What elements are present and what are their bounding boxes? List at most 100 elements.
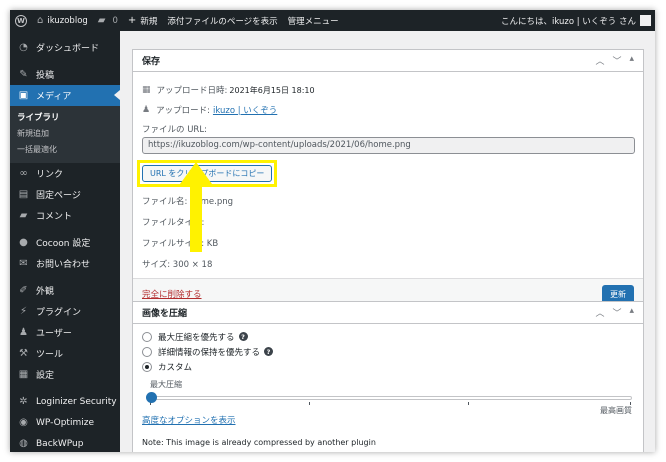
account-menu[interactable]: こんにちは、ikuzo | いくぞう さん (496, 10, 655, 31)
postbox-controls: ︿ ﹀ ▴ (595, 306, 634, 319)
save-postbox-title: 保存 (142, 57, 161, 67)
toggle-triangle-icon[interactable]: ▴ (629, 306, 634, 319)
sidebar-item-links[interactable]: ∞ リンク (10, 163, 120, 184)
wp-logo-menu[interactable]: W (10, 10, 32, 31)
site-name: ikuzoblog (47, 15, 88, 26)
sidebar-item-label: ツール (36, 350, 64, 360)
sidebar-item-label: お問い合わせ (36, 260, 91, 270)
radio-custom[interactable]: カスタム (142, 359, 634, 374)
help-icon[interactable]: ? (264, 347, 274, 356)
user-icon: ♟ (19, 327, 28, 338)
media-icon: ▣ (18, 90, 29, 101)
sidebar-item-dashboard[interactable]: ◔ ダッシュボード (10, 37, 120, 58)
compression-note: Note: This image is already compressed b… (142, 438, 376, 447)
sidebar-item-comments[interactable]: ▰ コメント (10, 205, 120, 226)
compress-postbox-title: 画像を圧縮 (142, 309, 188, 319)
user-icon: ♟ (142, 105, 151, 115)
radio-button[interactable] (142, 346, 152, 357)
sidebar-item-posts[interactable]: ✎ 投稿 (10, 64, 120, 85)
file-type: ファイルタイプ: (142, 217, 205, 228)
image-dimensions: サイズ: 300 × 18 (142, 259, 213, 270)
mail-icon: ✉ (19, 258, 28, 269)
slider-handle[interactable] (146, 392, 157, 403)
submenu-library[interactable]: ライブラリ (10, 110, 120, 126)
sidebar-item-pages[interactable]: ▤ 固定ページ (10, 184, 120, 205)
sidebar-item-label: メディア (36, 92, 72, 102)
sidebar-item-label: ユーザー (36, 329, 72, 339)
uploader-link[interactable]: ikuzo | いくぞう (213, 104, 277, 116)
plus-icon: + (127, 15, 137, 26)
plugin-icon: ⚡ (19, 306, 28, 317)
radio-button[interactable] (142, 331, 152, 342)
gear-icon: ✲ (19, 396, 28, 407)
greeting: こんにちは、ikuzo | いくぞう さん (500, 16, 636, 27)
radio-max-compression[interactable]: 最大圧縮を優先する ? (142, 329, 634, 344)
chevron-up-icon[interactable]: ︿ (595, 54, 604, 67)
new-content-menu[interactable]: + 新規 (123, 10, 162, 31)
help-icon[interactable]: ? (238, 332, 248, 341)
sidebar-item-label: 設定 (36, 371, 55, 381)
sidebar-item-users[interactable]: ♟ ユーザー (10, 322, 120, 343)
admin-menu-link[interactable]: 管理メニュー (283, 10, 344, 31)
sidebar-item-label: Cocoon 設定 (36, 239, 91, 249)
chevron-up-icon[interactable]: ︿ (595, 306, 604, 319)
upload-date-label: アップロード日時: (156, 86, 228, 96)
comment-bubble-icon: ▰ (97, 15, 106, 26)
comments-count: 0 (112, 15, 118, 26)
chevron-down-icon[interactable]: ﹀ (612, 54, 621, 67)
browser-frame: W ⌂ ikuzoblog ▰ 0 + 新規 添付ファイルのページを表示 管理メニュー… (10, 10, 655, 452)
radio-keep-details[interactable]: 詳細情報の保持を優先する ? (142, 344, 634, 359)
calendar-icon: ▦ (142, 85, 151, 95)
sidebar-item-label: 固定ページ (36, 191, 81, 201)
sidebar-item-appearance[interactable]: ✐ 外観 (10, 280, 120, 301)
sidebar-item-contact[interactable]: ✉ お問い合わせ (10, 253, 120, 274)
sidebar-item-settings[interactable]: ▦ 設定 (10, 364, 120, 385)
media-submenu: ライブラリ 新規追加 一括最適化 (10, 106, 120, 163)
sidebar-item-label: 外観 (36, 287, 55, 297)
slider-tick (629, 402, 631, 405)
radio-button[interactable] (142, 361, 152, 372)
uploader-label: アップロード: (156, 106, 210, 116)
sidebar-item-loginizer[interactable]: ✲ Loginizer Security (10, 391, 120, 412)
slider-tick (468, 402, 470, 405)
quality-slider[interactable] (146, 391, 632, 405)
file-size: ファイルサイズ: KB (142, 238, 219, 249)
sidebar-item-media[interactable]: ▣ メディア (10, 85, 120, 106)
view-attachment-link[interactable]: 添付ファイルのページを表示 (162, 10, 282, 31)
file-url-label: ファイルの URL: (142, 125, 207, 135)
sidebar-item-backwpup[interactable]: ◍ BackWPup (10, 433, 120, 452)
sidebar-item-tools[interactable]: ⚒ ツール (10, 343, 120, 364)
upload-date-value: 2021年6月15日 18:10 (229, 85, 315, 95)
comments-menu[interactable]: ▰ 0 (93, 10, 123, 31)
avatar (640, 15, 651, 26)
wrench-icon: ⚒ (19, 348, 28, 359)
radio-label: 詳細情報の保持を優先する (158, 347, 261, 358)
submenu-add-new[interactable]: 新規追加 (10, 126, 120, 142)
sidebar-item-label: Loginizer Security (36, 396, 117, 407)
sidebar-item-label: WP-Optimize (36, 417, 94, 428)
chevron-down-icon[interactable]: ﹀ (612, 306, 621, 319)
slider-min-label: 最大圧縮 (150, 380, 182, 389)
slider-track[interactable] (150, 396, 632, 400)
sidebar-item-plugins[interactable]: ⚡ プラグイン (10, 301, 120, 322)
advanced-options-link[interactable]: 高度なオプションを表示 (142, 414, 634, 426)
admin-bar: W ⌂ ikuzoblog ▰ 0 + 新規 添付ファイルのページを表示 管理メニュー… (10, 10, 655, 31)
save-postbox-header: 保存 ︿ ﹀ ▴ (133, 50, 643, 72)
submenu-bulk-optimize[interactable]: 一括最適化 (10, 142, 120, 158)
site-name-menu[interactable]: ⌂ ikuzoblog (32, 10, 93, 31)
comment-icon: ▰ (19, 210, 28, 221)
sidebar-item-cocoon[interactable]: ● Cocoon 設定 (10, 232, 120, 253)
toggle-triangle-icon[interactable]: ▴ (629, 54, 634, 67)
sidebar-item-label: リンク (36, 170, 64, 180)
optimize-icon: ◉ (19, 417, 28, 428)
uploader-row: ♟ アップロード: ikuzo | いくぞう (142, 100, 634, 120)
sidebar-item-wp-optimize[interactable]: ◉ WP-Optimize (10, 412, 120, 433)
radio-label: 最大圧縮を優先する (158, 332, 235, 343)
radio-label: カスタム (158, 362, 193, 373)
postbox-controls: ︿ ﹀ ▴ (595, 54, 634, 67)
home-icon: ⌂ (37, 15, 44, 26)
file-url-field[interactable]: https://ikuzoblog.com/wp-content/uploads… (142, 137, 635, 154)
settings-icon: ▦ (18, 369, 29, 380)
delete-permanently-link[interactable]: 完全に削除する (142, 288, 202, 300)
slider-tick (309, 402, 311, 405)
